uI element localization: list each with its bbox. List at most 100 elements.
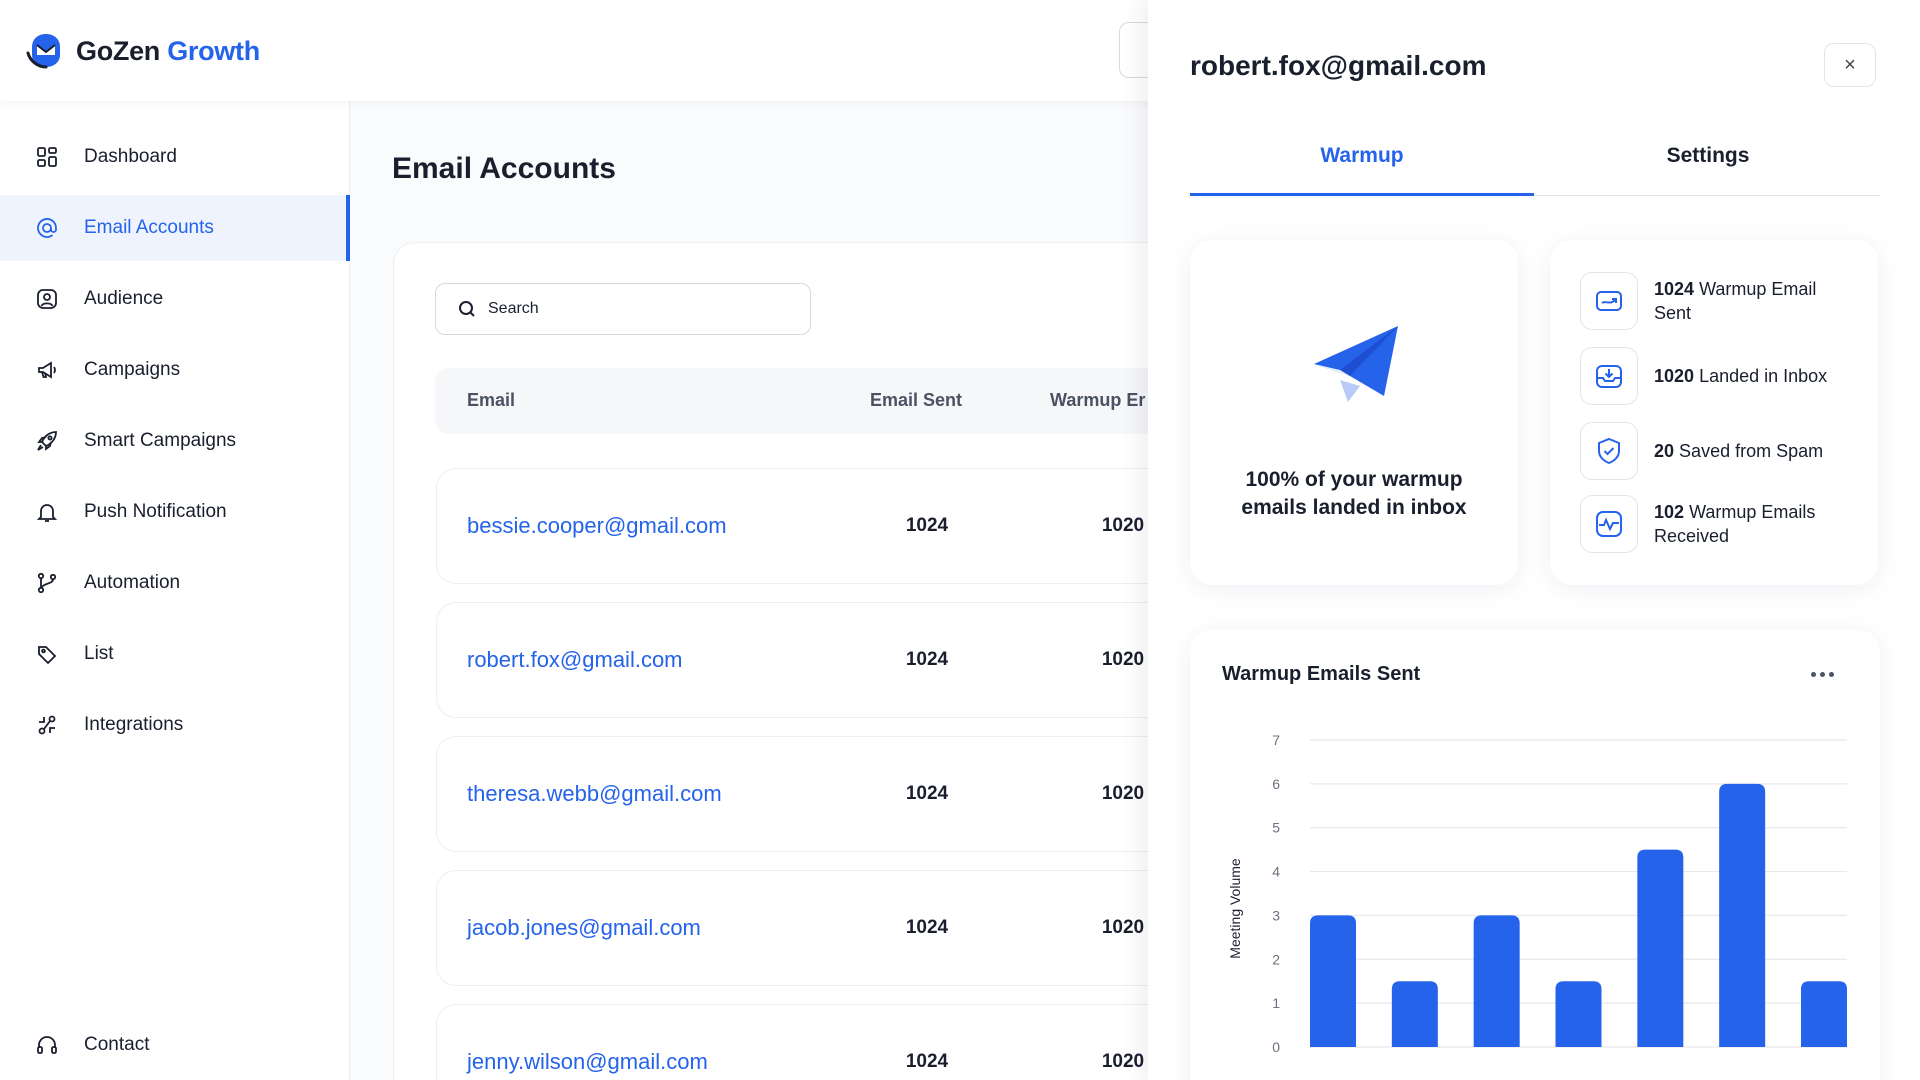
- sidebar: Dashboard Email Accounts Audience Campai…: [0, 101, 350, 1080]
- metric-landed-inbox: 1020 Landed in Inbox: [1580, 347, 1854, 405]
- sidebar-item-email-accounts[interactable]: Email Accounts: [0, 195, 350, 261]
- sidebar-item-label: Campaigns: [84, 359, 181, 380]
- dashboard-icon: [34, 144, 60, 170]
- megaphone-icon: [34, 357, 60, 383]
- tab-warmup[interactable]: Warmup: [1190, 144, 1534, 196]
- chart-title: Warmup Emails Sent: [1222, 663, 1421, 685]
- sidebar-item-label: Automation: [84, 572, 181, 593]
- inbox-summary-card: 100% of your warmup emails landed in inb…: [1190, 240, 1518, 585]
- metric-label: Landed in Inbox: [1699, 366, 1828, 386]
- y-tick-label: 0: [1272, 1039, 1280, 1055]
- table-header: Email Email Sent Warmup Er: [435, 368, 1195, 434]
- row-email-link[interactable]: theresa.webb@gmail.com: [467, 781, 722, 807]
- warmup-bar-chart: 0 1 2 3 4 5 6 7 Meeting Volume: [1227, 732, 1847, 1055]
- shield-check-icon: [1580, 422, 1638, 480]
- row-email-sent: 1024: [905, 515, 949, 536]
- table-row[interactable]: theresa.webb@gmail.com 1024 1020: [436, 736, 1196, 852]
- row-email-link[interactable]: jenny.wilson@gmail.com: [467, 1049, 708, 1075]
- page-title: Email Accounts: [392, 152, 616, 185]
- chart-bar[interactable]: [1637, 849, 1684, 1047]
- column-header-email-sent[interactable]: Email Sent: [870, 390, 962, 411]
- warmup-metrics-card: 1024 Warmup Email Sent 1020 Landed in In…: [1550, 240, 1878, 585]
- sidebar-item-label: Dashboard: [84, 146, 177, 167]
- metric-label: Saved from Spam: [1679, 441, 1824, 461]
- row-warmup-value: 1020: [1101, 649, 1145, 670]
- chart-bar[interactable]: [1801, 981, 1847, 1047]
- sidebar-item-label: Audience: [84, 288, 164, 309]
- tab-settings[interactable]: Settings: [1536, 144, 1880, 196]
- sidebar-item-label: Push Notification: [84, 501, 227, 522]
- y-tick-label: 4: [1272, 864, 1280, 880]
- row-warmup-value: 1020: [1101, 515, 1145, 536]
- row-email-link[interactable]: jacob.jones@gmail.com: [467, 915, 701, 941]
- metric-saved-spam: 20 Saved from Spam: [1580, 422, 1854, 480]
- close-icon: ×: [1844, 53, 1856, 76]
- paper-plane-icon: [1314, 326, 1398, 402]
- y-tick-label: 6: [1272, 776, 1280, 792]
- table-row[interactable]: jacob.jones@gmail.com 1024 1020: [436, 870, 1196, 986]
- sidebar-item-push-notification[interactable]: Push Notification: [0, 479, 350, 545]
- integrations-icon: [34, 712, 60, 738]
- y-axis-label: Meeting Volume: [1227, 858, 1243, 959]
- sidebar-item-automation[interactable]: Automation: [0, 550, 350, 616]
- sidebar-item-audience[interactable]: Audience: [0, 266, 350, 332]
- close-button[interactable]: ×: [1824, 43, 1876, 87]
- y-tick-label: 1: [1272, 995, 1280, 1011]
- row-email-sent: 1024: [905, 1051, 949, 1072]
- brand-logo[interactable]: GoZen Growth: [26, 31, 260, 71]
- metric-value: 102: [1654, 502, 1685, 522]
- sidebar-item-label: Contact: [84, 1034, 150, 1055]
- warmup-chart-card: Warmup Emails Sent 0 1 2 3 4 5 6 7 Meeting Volum…: [1190, 630, 1880, 1080]
- chart-bar[interactable]: [1391, 981, 1438, 1047]
- metric-value: 1020: [1654, 366, 1695, 386]
- headset-icon: [34, 1032, 60, 1058]
- table-row[interactable]: robert.fox@gmail.com 1024 1020: [436, 602, 1196, 718]
- sidebar-item-integrations[interactable]: Integrations: [0, 692, 350, 758]
- chart-bar[interactable]: [1310, 915, 1356, 1047]
- table-row[interactable]: bessie.cooper@gmail.com 1024 1020: [436, 468, 1196, 584]
- row-email-sent: 1024: [905, 917, 949, 938]
- metric-value: 20: [1654, 441, 1675, 461]
- sidebar-item-contact[interactable]: Contact: [0, 1012, 350, 1078]
- row-email-link[interactable]: bessie.cooper@gmail.com: [467, 513, 727, 539]
- more-options-icon[interactable]: [1804, 664, 1840, 684]
- metric-warmup-received: 102 Warmup Emails Received: [1580, 495, 1854, 553]
- metric-value: 1024: [1654, 279, 1695, 299]
- table-row[interactable]: jenny.wilson@gmail.com 1024 1020: [436, 1004, 1196, 1080]
- row-email-sent: 1024: [905, 649, 949, 670]
- search-input[interactable]: [488, 300, 788, 318]
- sidebar-item-label: Email Accounts: [84, 217, 214, 238]
- tag-icon: [34, 641, 60, 667]
- sidebar-item-smart-campaigns[interactable]: Smart Campaigns: [0, 408, 350, 474]
- mail-sent-icon: [1580, 272, 1638, 330]
- row-warmup-value: 1020: [1101, 917, 1145, 938]
- row-email-sent: 1024: [905, 783, 949, 804]
- chart-bar[interactable]: [1473, 915, 1520, 1047]
- metric-warmup-sent: 1024 Warmup Email Sent: [1580, 272, 1854, 330]
- column-header-email[interactable]: Email: [467, 390, 515, 411]
- sidebar-item-label: List: [84, 643, 114, 664]
- y-tick-label: 2: [1272, 951, 1280, 967]
- sidebar-item-dashboard[interactable]: Dashboard: [0, 124, 350, 190]
- drawer-title: robert.fox@gmail.com: [1190, 50, 1487, 81]
- sidebar-item-campaigns[interactable]: Campaigns: [0, 337, 350, 403]
- chart-bar[interactable]: [1719, 783, 1766, 1047]
- row-warmup-value: 1020: [1101, 783, 1145, 804]
- bell-icon: [34, 499, 60, 525]
- pulse-icon: [1580, 495, 1638, 553]
- search-icon: [459, 301, 475, 317]
- search-field[interactable]: [435, 283, 811, 335]
- chart-bar[interactable]: [1555, 981, 1602, 1047]
- column-header-warmup[interactable]: Warmup Er: [1050, 390, 1145, 411]
- inbox-icon: [1580, 347, 1638, 405]
- sidebar-item-list[interactable]: List: [0, 621, 350, 687]
- brand-name: GoZen Growth: [76, 35, 260, 66]
- y-tick-label: 5: [1272, 820, 1280, 836]
- drawer-tabs: Warmup Settings: [1190, 130, 1880, 196]
- row-email-link[interactable]: robert.fox@gmail.com: [467, 647, 683, 673]
- account-detail-drawer: robert.fox@gmail.com × Warmup Settings 1…: [1148, 0, 1920, 1080]
- row-warmup-value: 1020: [1101, 1051, 1145, 1072]
- branch-icon: [34, 570, 60, 596]
- logo-mark-icon: [26, 34, 60, 69]
- sidebar-item-label: Integrations: [84, 714, 184, 735]
